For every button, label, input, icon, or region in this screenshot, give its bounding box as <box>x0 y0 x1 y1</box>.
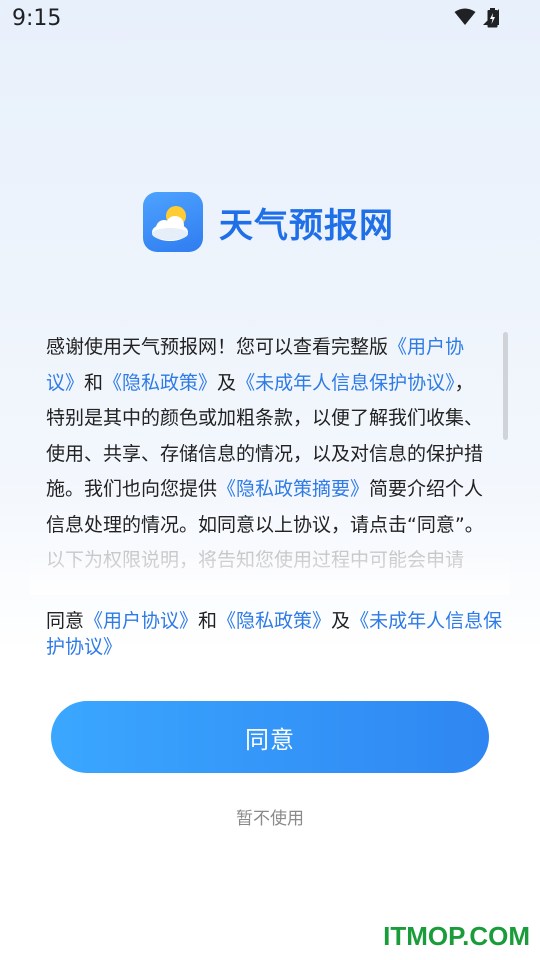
decline-button[interactable]: 暂不使用 <box>0 804 540 829</box>
sun-cloud-icon <box>152 206 188 241</box>
agree-ji: 及 <box>331 610 351 632</box>
agree-user-agreement-link[interactable]: 《用户协议》 <box>84 610 198 632</box>
scrollbar[interactable] <box>503 332 508 440</box>
privacy-policy-link[interactable]: 《隐私政策》 <box>103 372 217 394</box>
agree-statement: 同意《用户协议》和《隐私政策》及《未成年人信息保护协议》 <box>46 608 516 660</box>
agree-privacy-link[interactable]: 《隐私政策》 <box>217 610 331 632</box>
watermark: ITMOP.COM <box>383 921 530 951</box>
minor-protection-link[interactable]: 《未成年人信息保护协议》 <box>236 372 455 394</box>
wifi-icon <box>454 8 476 25</box>
privacy-summary-link[interactable]: 《隐私政策摘要》 <box>217 478 369 500</box>
app-name: 天气预报网 <box>219 205 394 246</box>
agree-and: 和 <box>198 610 218 632</box>
policy-intro: 感谢使用天气预报网！您可以查看完整版 <box>46 336 389 358</box>
agree-button[interactable]: 同意 <box>51 701 489 773</box>
text-and: 和 <box>84 371 104 394</box>
text-ji: 及 <box>217 371 237 394</box>
weather-app-icon <box>143 192 203 252</box>
status-time: 9:15 <box>12 6 62 31</box>
text-fade <box>30 555 510 595</box>
battery-icon <box>487 8 498 28</box>
agree-prefix: 同意 <box>46 610 85 632</box>
app-logo: 天气预报网 <box>143 192 394 252</box>
policy-text[interactable]: 感谢使用天气预报网！您可以查看完整版《用户协议》和《隐私政策》及《未成年人信息保… <box>46 330 492 586</box>
status-bar: 9:15 <box>0 0 540 38</box>
